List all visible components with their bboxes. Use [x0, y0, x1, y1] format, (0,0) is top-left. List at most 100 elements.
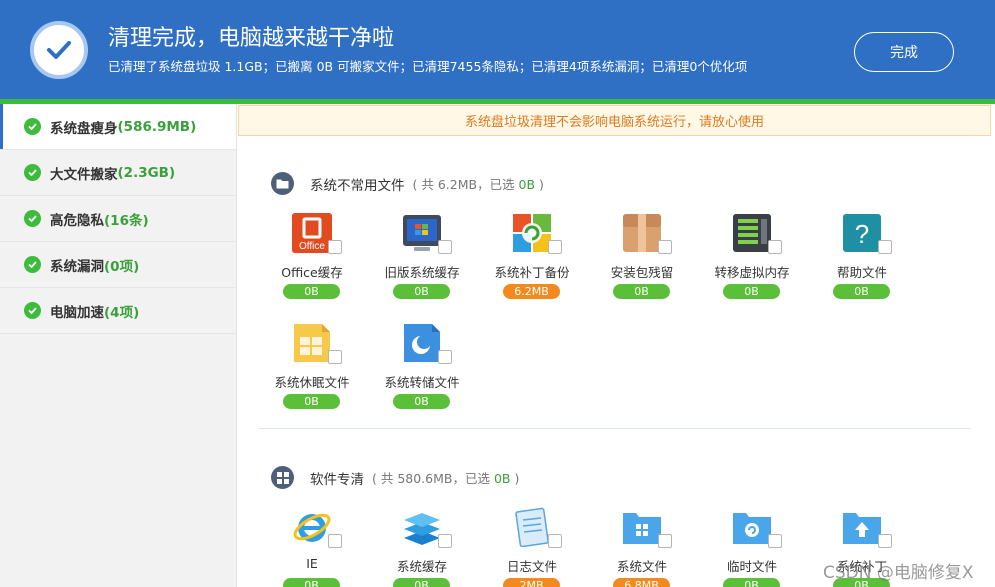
sidebar-item-privacy[interactable]: 高危隐私 (16条)	[0, 196, 236, 242]
svg-text:Office: Office	[299, 241, 325, 252]
done-button[interactable]: 完成	[854, 32, 954, 72]
sidebar-item-vulnerabilities[interactable]: 系统漏洞 (0项)	[0, 242, 236, 288]
item-label: 转移虚拟内存	[714, 265, 790, 280]
size-badge: 0B	[613, 284, 670, 299]
sidebar-item-count: (586.9MB)	[117, 118, 197, 135]
item-checkbox[interactable]	[328, 240, 342, 254]
item-label: 系统文件	[616, 559, 667, 574]
sidebar: 系统盘瘦身 (586.9MB) 大文件搬家 (2.3GB) 高危隐私 (16条) 系统…	[0, 104, 237, 587]
check-icon	[24, 302, 41, 319]
item-label: 系统补丁备份	[494, 265, 570, 280]
size-badge: 0B	[393, 284, 450, 299]
item-label: 旧版系统缓存	[384, 265, 460, 280]
memory-chip-icon	[732, 213, 772, 253]
item-virtual-memory[interactable]: 转移虚拟内存 0B	[697, 213, 807, 308]
ie-browser-icon	[292, 507, 332, 547]
sidebar-item-count: (16条)	[104, 212, 149, 229]
item-checkbox[interactable]	[328, 350, 342, 364]
sidebar-item-label: 电脑加速	[50, 304, 104, 321]
item-label: 帮助文件	[836, 265, 887, 280]
page-title: 清理完成，电脑越来越干净啦	[108, 26, 395, 51]
sidebar-item-label: 高危隐私	[50, 212, 104, 229]
item-label: 安装包残留	[610, 265, 674, 280]
section-summary: ( 共 580.6MB，已选 0B )	[372, 471, 520, 486]
size-badge: 0B	[393, 578, 450, 587]
item-office-cache[interactable]: Office Office缓存 0B	[257, 213, 367, 308]
sidebar-item-count: (4项)	[104, 304, 140, 321]
item-label: 系统缓存	[396, 559, 447, 574]
help-question-icon: ?	[842, 213, 882, 253]
item-checkbox[interactable]	[878, 240, 892, 254]
item-help-files[interactable]: ? 帮助文件 0B	[807, 213, 917, 308]
svg-text:?: ?	[855, 219, 869, 249]
section-title: 软件专清	[310, 471, 364, 488]
item-installer-leftovers[interactable]: 安装包残留 0B	[587, 213, 697, 308]
success-check-icon	[30, 21, 88, 79]
layers-stack-icon	[402, 507, 442, 547]
item-label: 日志文件	[506, 559, 557, 574]
section-header-system-files: 系统不常用文件 ( 共 6.2MB，已选 0B )	[271, 172, 544, 195]
item-label: 临时文件	[726, 559, 777, 574]
apps-grid-icon	[271, 466, 294, 489]
item-checkbox[interactable]	[768, 534, 782, 548]
item-system-cache[interactable]: 系统缓存 0B	[367, 507, 477, 587]
item-label: Office缓存	[281, 265, 343, 280]
item-temp-files[interactable]: 临时文件 0B	[697, 507, 807, 587]
item-checkbox[interactable]	[548, 534, 562, 548]
item-ie[interactable]: IE 0B	[257, 507, 367, 587]
sidebar-item-count: (0项)	[104, 258, 140, 275]
size-badge: 0B	[283, 394, 340, 409]
sidebar-item-count: (2.3GB)	[117, 164, 176, 181]
sidebar-item-label: 系统盘瘦身	[50, 120, 118, 137]
size-badge: 2MB	[503, 578, 560, 587]
dump-file-icon	[402, 323, 442, 363]
size-badge: 6.2MB	[503, 284, 560, 299]
check-icon	[24, 256, 41, 273]
windows-patch-icon	[512, 213, 552, 253]
item-checkbox[interactable]	[438, 534, 452, 548]
item-system-files[interactable]: 系统文件 6.8MB	[587, 507, 697, 587]
notice-bar: 系统盘垃圾清理不会影响电脑系统运行，请放心使用	[238, 105, 991, 136]
size-badge: 0B	[283, 578, 340, 587]
hibernate-file-icon	[292, 323, 332, 363]
sidebar-item-large-files[interactable]: 大文件搬家 (2.3GB)	[0, 150, 236, 196]
upload-folder-icon	[842, 507, 882, 547]
section-summary: ( 共 6.2MB，已选 0B )	[412, 177, 544, 192]
item-checkbox[interactable]	[658, 240, 672, 254]
check-icon	[24, 164, 41, 181]
package-box-icon	[622, 213, 662, 253]
size-badge: 0B	[723, 578, 780, 587]
item-patch-backup[interactable]: 系统补丁备份 6.2MB	[477, 213, 587, 308]
section-header-software: 软件专清 ( 共 580.6MB，已选 0B )	[271, 466, 519, 489]
size-badge: 0B	[283, 284, 340, 299]
item-checkbox[interactable]	[438, 240, 452, 254]
office-icon: Office	[292, 213, 332, 253]
item-log-files[interactable]: 日志文件 2MB	[477, 507, 587, 587]
sidebar-item-speedup[interactable]: 电脑加速 (4项)	[0, 288, 236, 334]
watermark-text: CSDN @电脑修复X	[823, 563, 974, 583]
item-label: 系统转储文件	[384, 375, 460, 390]
sidebar-item-label: 大文件搬家	[50, 166, 118, 183]
cleanup-summary: 已清理了系统盘垃圾 1.1GB；已搬离 0B 可搬家文件；已清理7455条隐私；…	[108, 59, 748, 74]
item-hibernate-file[interactable]: 系统休眠文件 0B	[257, 323, 367, 418]
item-checkbox[interactable]	[768, 240, 782, 254]
item-dump-file[interactable]: 系统转储文件 0B	[367, 323, 477, 418]
size-badge: 6.8MB	[613, 578, 670, 587]
check-icon	[24, 118, 41, 135]
item-checkbox[interactable]	[328, 534, 342, 548]
section-title: 系统不常用文件	[310, 177, 405, 194]
item-checkbox[interactable]	[548, 240, 562, 254]
size-badge: 0B	[833, 284, 890, 299]
folder-icon	[271, 172, 294, 195]
item-checkbox[interactable]	[878, 534, 892, 548]
windows-folder-icon	[622, 507, 662, 547]
size-badge: 0B	[393, 394, 450, 409]
item-label: IE	[306, 556, 318, 571]
item-checkbox[interactable]	[658, 534, 672, 548]
item-checkbox[interactable]	[438, 350, 452, 364]
sidebar-item-system-disk[interactable]: 系统盘瘦身 (586.9MB)	[0, 104, 236, 150]
item-old-system-cache[interactable]: 旧版系统缓存 0B	[367, 213, 477, 308]
sidebar-item-label: 系统漏洞	[50, 258, 104, 275]
monitor-icon	[402, 213, 442, 253]
size-badge: 0B	[723, 284, 780, 299]
